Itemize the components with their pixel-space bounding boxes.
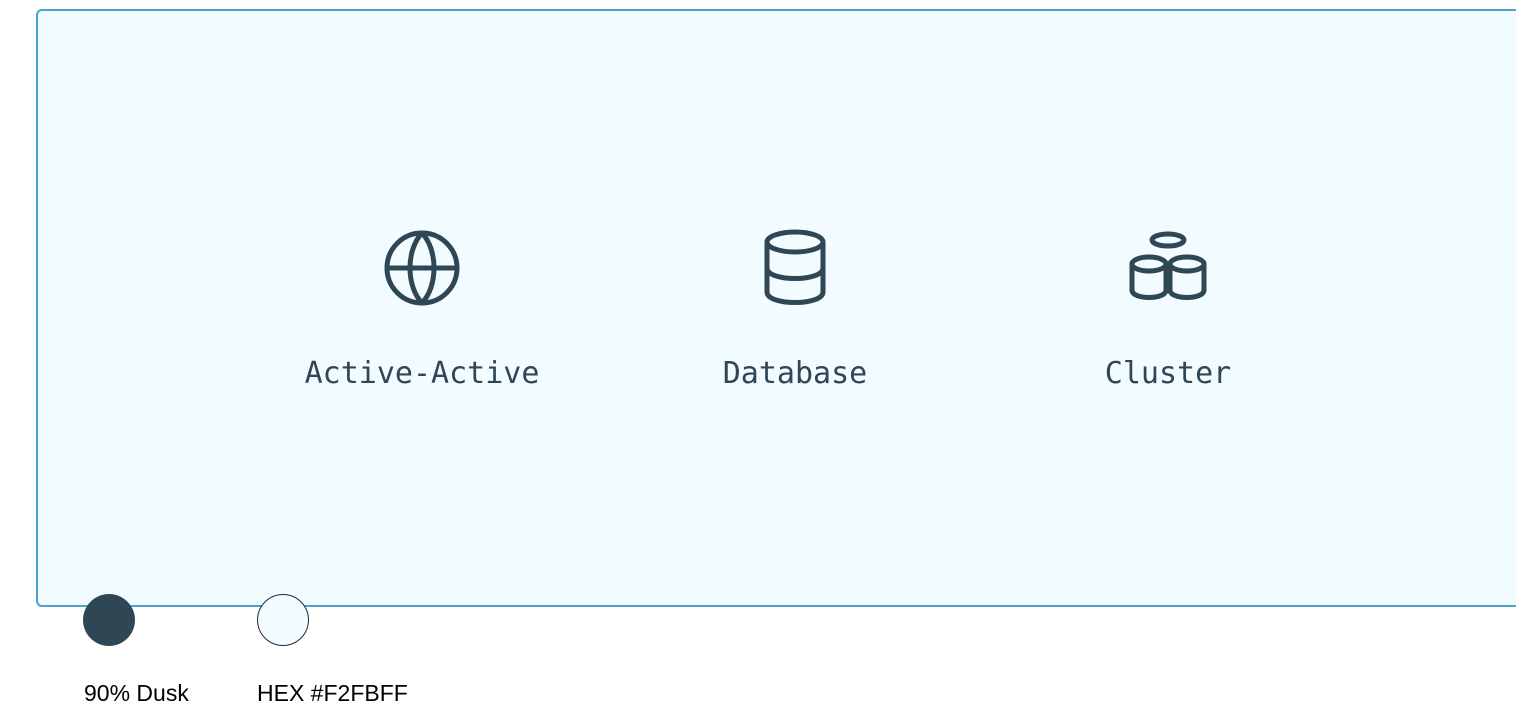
color-swatch-panel-bg	[257, 594, 309, 646]
swatch-label-dusk: 90% Dusk	[84, 680, 189, 706]
icon-tile-cluster: Cluster	[1018, 228, 1318, 391]
database-icon	[764, 229, 826, 305]
icon-label-cluster: Cluster	[1104, 356, 1232, 391]
cluster-icon	[1129, 231, 1207, 300]
color-swatch-dusk	[83, 594, 135, 646]
icon-label-active-active: Active-Active	[304, 356, 540, 391]
icon-tile-active-active: Active-Active	[272, 228, 572, 391]
icon-label-database: Database	[722, 356, 868, 391]
icon-preview-panel	[36, 9, 1516, 607]
swatch-label-hex: HEX #F2FBFF	[257, 680, 408, 706]
icon-tile-database: Database	[645, 228, 945, 391]
globe-icon	[384, 230, 460, 306]
